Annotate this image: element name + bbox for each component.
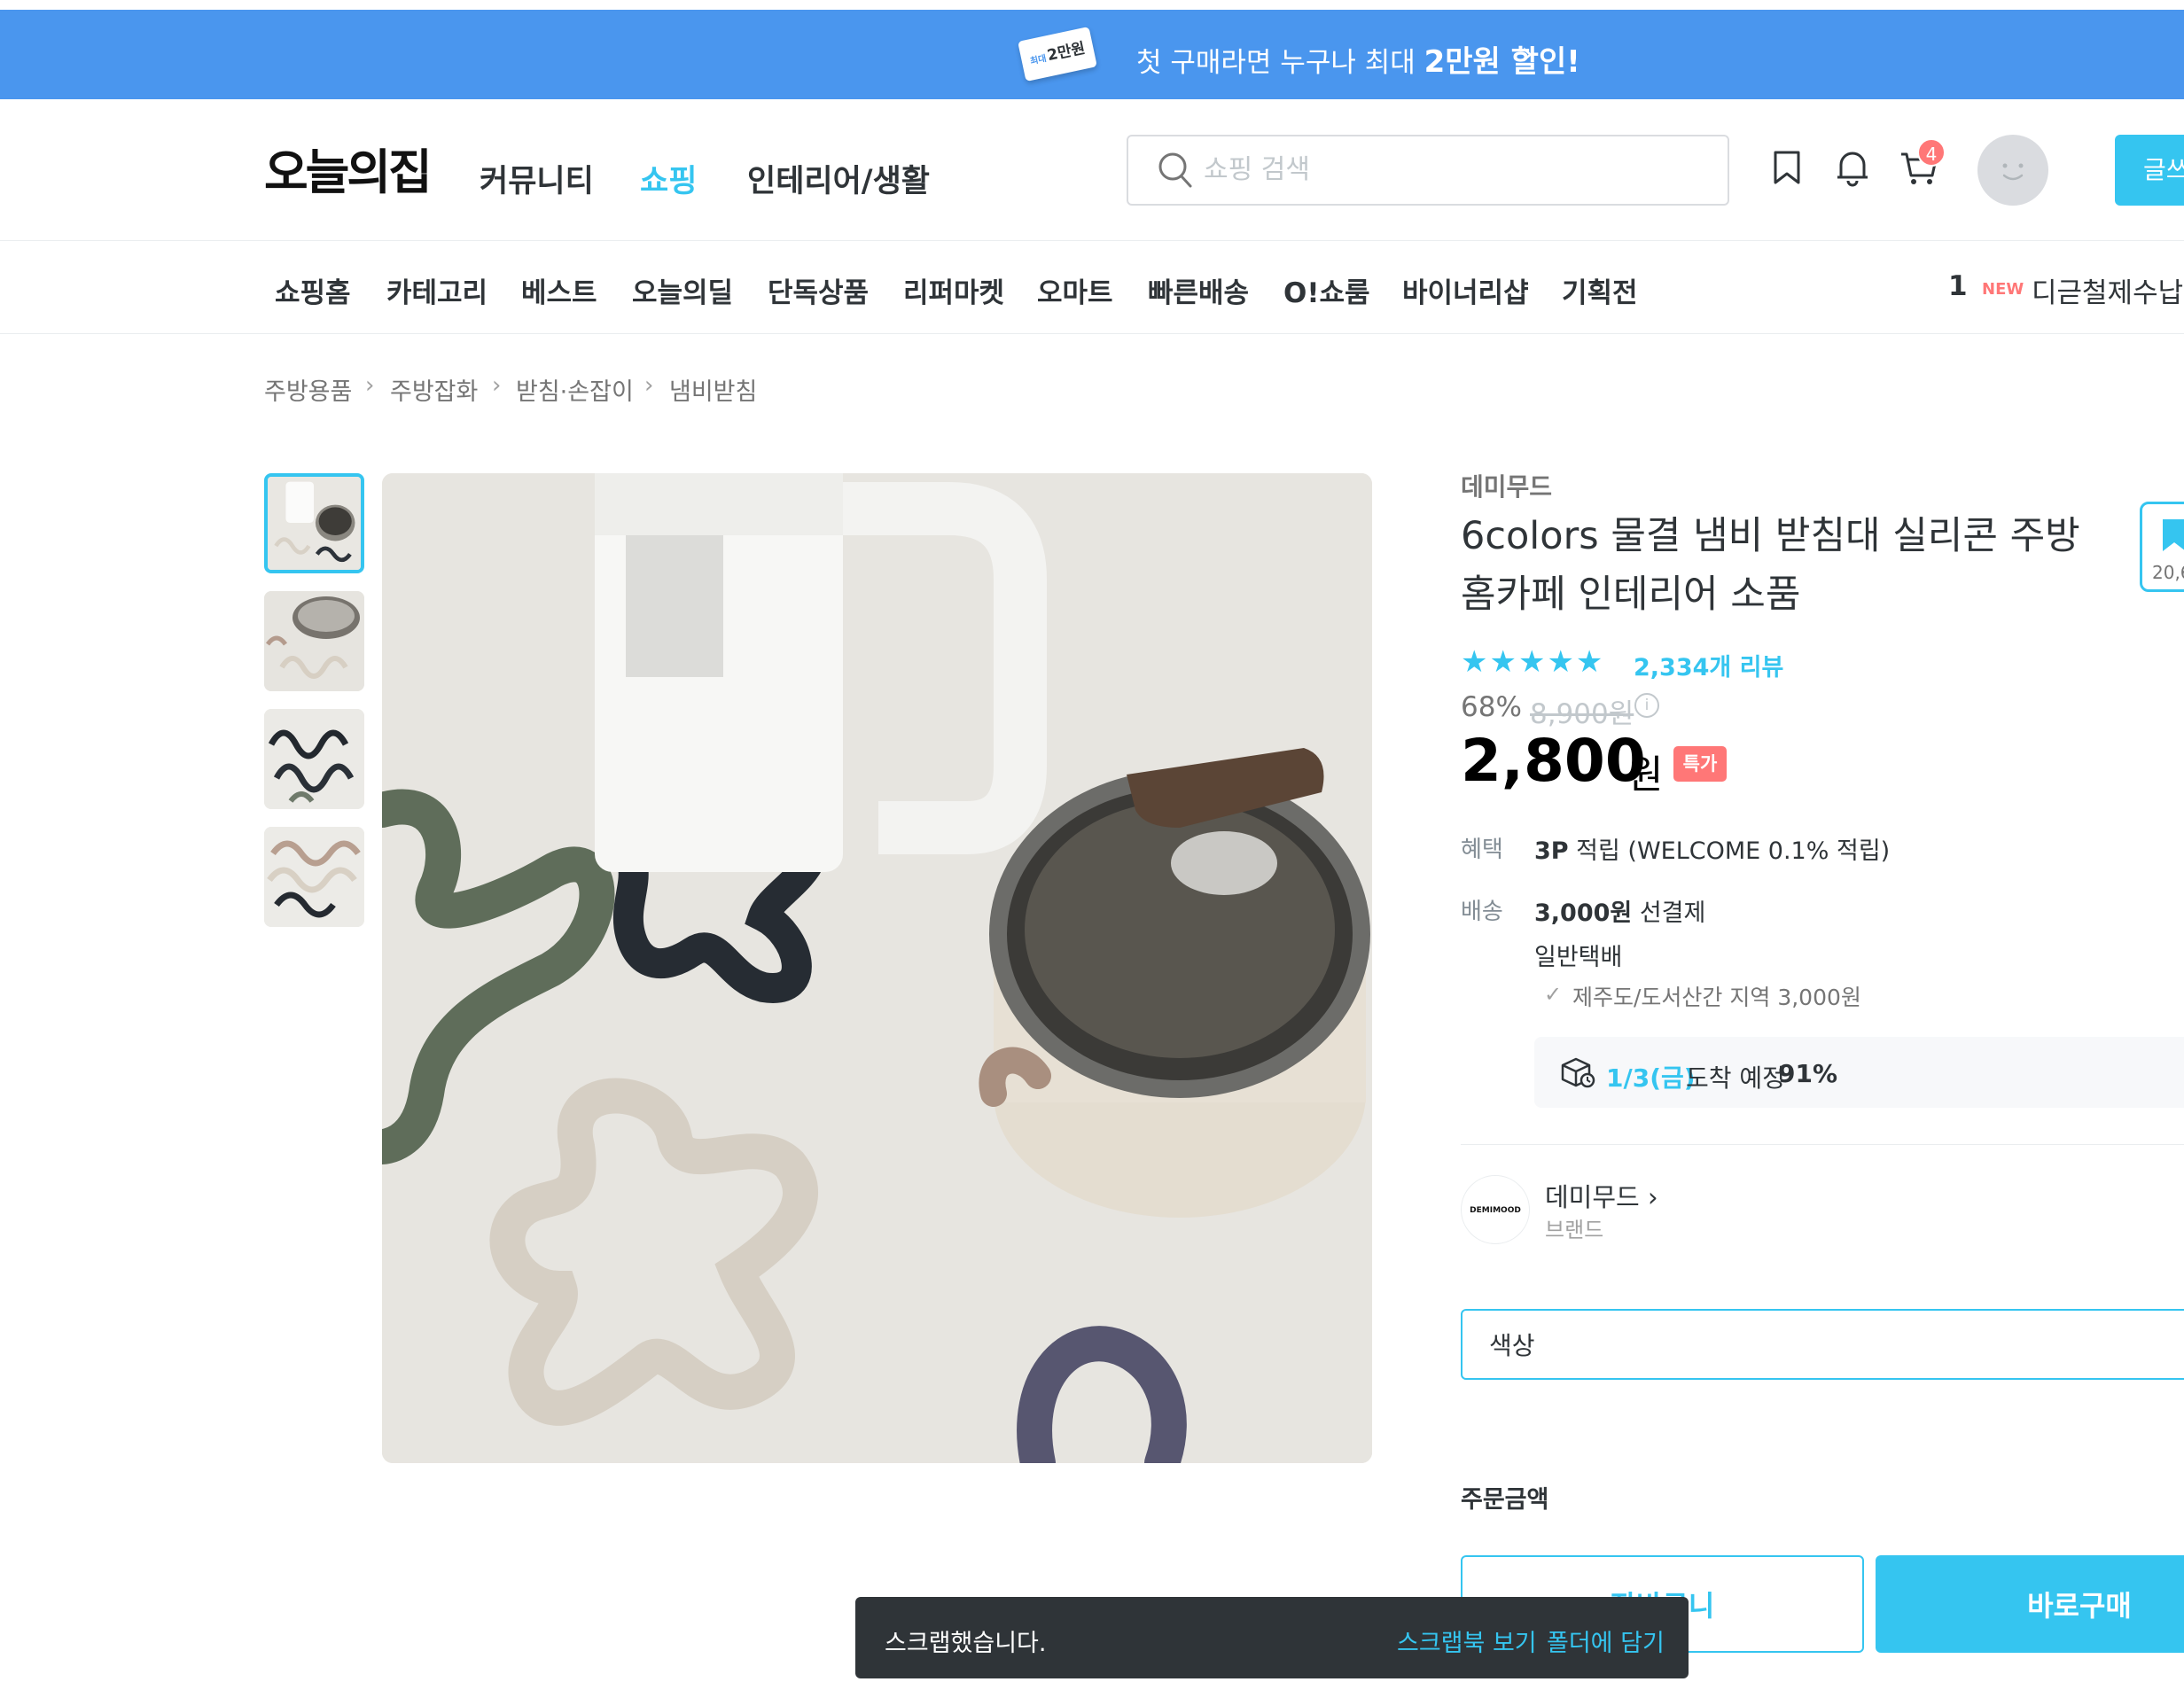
cat-fast-delivery[interactable]: 빠른배송 bbox=[1148, 270, 1249, 310]
brand-sub-label: 브랜드 bbox=[1545, 1218, 1604, 1242]
thumbnail-4[interactable] bbox=[264, 827, 364, 927]
search-input[interactable] bbox=[1204, 151, 1700, 188]
chevron-right-icon: › bbox=[365, 372, 375, 399]
trending-keyword[interactable]: 디귿철제수납함 bbox=[2032, 270, 2184, 310]
discount-rate: 68% bbox=[1461, 691, 1522, 723]
delivery-fee: 3,000원 선결제 bbox=[1534, 893, 1705, 928]
cart-count-badge: 4 bbox=[1917, 138, 1946, 167]
trending-new-badge: NEW bbox=[1982, 280, 2024, 299]
promo-text-highlight: 2만원 할인! bbox=[1424, 44, 1580, 80]
delivery-type: 일반택배 bbox=[1534, 944, 1623, 971]
promo-text[interactable]: 첫 구매라면 누구나 최대 2만원 할인! bbox=[1136, 37, 1580, 81]
check-icon: ✓ bbox=[1544, 982, 1563, 1007]
delivery-fee-amount: 3,000원 bbox=[1534, 899, 1633, 927]
delivery-fee-type: 선결제 bbox=[1632, 899, 1706, 927]
eta-percent: 91% bbox=[1778, 1059, 1838, 1088]
thumbnail-2-image bbox=[264, 591, 364, 691]
breadcrumb-item[interactable]: 주방용품 bbox=[264, 372, 352, 407]
cat-best[interactable]: 베스트 bbox=[521, 270, 597, 310]
breadcrumb-item[interactable]: 받침·손잡이 bbox=[516, 372, 634, 407]
cat-shopping-home[interactable]: 쇼핑홈 bbox=[275, 270, 351, 310]
buy-now-button[interactable]: 바로구매 bbox=[1876, 1555, 2184, 1653]
logo[interactable]: 오늘의집 bbox=[264, 133, 433, 203]
bell-icon[interactable] bbox=[1832, 147, 1873, 188]
cat-showroom[interactable]: O!쇼룸 bbox=[1283, 270, 1370, 310]
special-deal-badge: 특가 bbox=[1673, 746, 1727, 782]
thumbnail-1-image bbox=[268, 477, 361, 570]
island-delivery-note: 제주도/도서산간 지역 3,000원 bbox=[1572, 985, 1861, 1010]
scrap-count: 20,6 bbox=[2152, 562, 2184, 583]
color-select[interactable]: 색상 bbox=[1461, 1309, 2184, 1380]
product-main-image[interactable] bbox=[382, 473, 1372, 1463]
original-price: 8,900원 bbox=[1530, 698, 1634, 730]
promo-text-prefix: 첫 구매라면 누구나 최대 bbox=[1136, 47, 1424, 79]
cat-category[interactable]: 카테고리 bbox=[386, 270, 488, 310]
thumbnail-1[interactable] bbox=[264, 473, 364, 573]
nav-interior[interactable]: 인테리어/생활 bbox=[747, 156, 930, 201]
cat-omart[interactable]: 오마트 bbox=[1037, 270, 1113, 310]
cat-exclusive[interactable]: 단독상품 bbox=[768, 270, 869, 310]
thumbnail-4-image bbox=[264, 827, 364, 927]
divider bbox=[1461, 1144, 2184, 1145]
search-icon bbox=[1158, 152, 1192, 188]
product-title: 6colors 물결 냄비 받침대 실리콘 주방 홈카페 인테리어 소품 bbox=[1461, 514, 2080, 617]
chevron-right-icon[interactable]: › bbox=[1521, 35, 1533, 72]
cat-refurb-market[interactable]: 리퍼마켓 bbox=[903, 270, 1004, 310]
toast-message: 스크랩했습니다. bbox=[885, 1630, 1047, 1657]
review-count-link[interactable]: 2,334개 리뷰 bbox=[1634, 648, 1783, 682]
cat-buyer-shop[interactable]: 바이너리샵 bbox=[1402, 270, 1529, 310]
benefit-label: 혜택 bbox=[1461, 837, 1503, 863]
delivery-label: 배송 bbox=[1461, 899, 1503, 925]
promo-coupon-label: 2만원 bbox=[1045, 39, 1088, 66]
rating-stars-icon: ★★★★★ bbox=[1461, 644, 1605, 680]
thumbnail-3[interactable] bbox=[264, 709, 364, 809]
breadcrumb-item[interactable]: 냄비받침 bbox=[669, 372, 757, 407]
eta-date: 1/3(금) bbox=[1606, 1063, 1696, 1093]
benefit-value: 3P 적립 (WELCOME 0.1% 적립) bbox=[1534, 831, 1890, 866]
delivery-box-icon bbox=[1561, 1057, 1595, 1088]
nav-community[interactable]: 커뮤니티 bbox=[480, 156, 594, 201]
write-button[interactable]: 글쓰기 bbox=[2115, 135, 2184, 206]
breadcrumb-item[interactable]: 주방잡화 bbox=[390, 372, 478, 407]
chevron-right-icon: › bbox=[492, 372, 502, 399]
bookmark-icon bbox=[2163, 519, 2184, 551]
bookmark-icon[interactable] bbox=[1767, 147, 1807, 188]
info-icon[interactable]: i bbox=[1634, 693, 1659, 718]
sale-price: 2,800 bbox=[1461, 727, 1646, 795]
brand-logo[interactable]: DEMIMOOD bbox=[1461, 1175, 1530, 1244]
avatar[interactable] bbox=[1977, 135, 2048, 206]
benefit-points: 3P bbox=[1534, 837, 1569, 865]
order-amount-label: 주문금액 bbox=[1461, 1486, 1549, 1514]
nav-shopping[interactable]: 쇼핑 bbox=[640, 156, 697, 201]
toast-scrapbook-link[interactable]: 스크랩북 보기 bbox=[1397, 1624, 1537, 1658]
promo-coupon-small: 최대 bbox=[1029, 53, 1048, 67]
price-unit: 원 bbox=[1627, 752, 1664, 798]
eta-label: 도착 예정 bbox=[1686, 1063, 1785, 1093]
thumbnail-2[interactable] bbox=[264, 591, 364, 691]
thumbnail-3-image bbox=[264, 709, 364, 809]
chevron-right-icon: › bbox=[644, 372, 654, 399]
avatar-face-icon bbox=[2002, 163, 2024, 181]
cat-todays-deal[interactable]: 오늘의딜 bbox=[632, 270, 733, 310]
trending-rank: 1 bbox=[1948, 270, 1968, 302]
brand-link[interactable]: 데미무드 › bbox=[1545, 1177, 1658, 1214]
toast-folder-link[interactable]: 폴더에 담기 bbox=[1547, 1624, 1665, 1658]
cat-exhibition[interactable]: 기획전 bbox=[1562, 270, 1638, 310]
brand-name[interactable]: 데미무드 bbox=[1461, 468, 1552, 503]
product-photo bbox=[382, 473, 1372, 1463]
benefit-detail: 적립 (WELCOME 0.1% 적립) bbox=[1568, 837, 1891, 865]
